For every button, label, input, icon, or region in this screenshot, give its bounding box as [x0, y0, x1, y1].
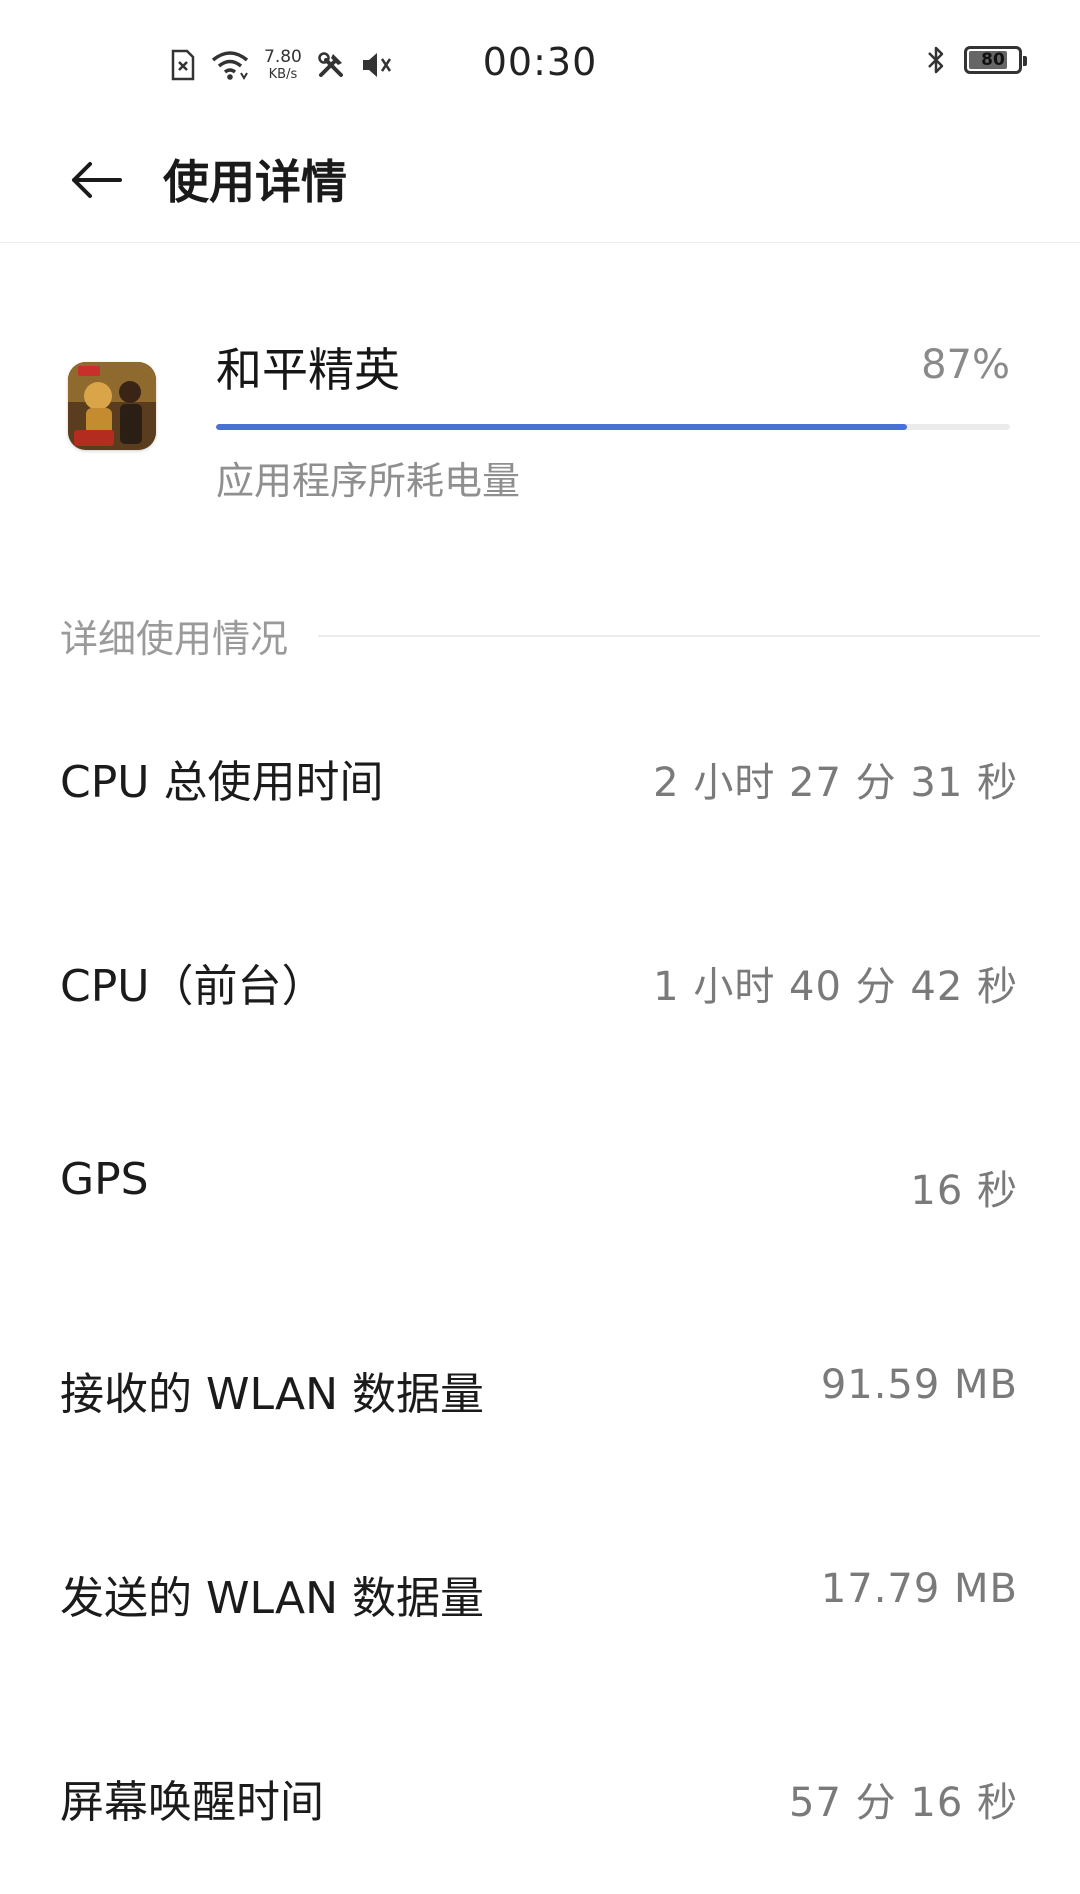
- app-name: 和平精英: [216, 343, 400, 397]
- app-subtitle: 应用程序所耗电量: [216, 459, 521, 503]
- status-icons-right: 80: [926, 44, 1027, 76]
- arrow-left-icon: [68, 158, 124, 206]
- row-label: CPU 总使用时间: [60, 757, 384, 808]
- section-divider: [318, 634, 1040, 637]
- row-value: 57 分 16 秒: [789, 1780, 1018, 1826]
- back-button[interactable]: [64, 150, 128, 214]
- usage-row-screen-awake: 屏幕唤醒时间 57 分 16 秒: [0, 1690, 1080, 1894]
- row-label: CPU（前台）: [60, 961, 326, 1012]
- usage-row-cpu-total: CPU 总使用时间 2 小时 27 分 31 秒: [0, 670, 1080, 874]
- row-label: 屏幕唤醒时间: [60, 1777, 324, 1828]
- row-value: 17.79 MB: [820, 1566, 1018, 1612]
- usage-row-gps: GPS 16 秒: [0, 1078, 1080, 1282]
- row-value: 2 小时 27 分 31 秒: [653, 760, 1018, 806]
- row-label: GPS: [60, 1154, 149, 1205]
- app-battery-percent: 87%: [921, 342, 1010, 388]
- status-time: 00:30: [482, 40, 598, 84]
- title-bar: 使用详情: [0, 130, 1080, 243]
- bluetooth-icon: [926, 44, 946, 76]
- battery-usage-bar-fill: [216, 424, 907, 430]
- section-title: 详细使用情况: [60, 617, 289, 661]
- usage-row-wlan-received: 接收的 WLAN 数据量 91.59 MB: [0, 1282, 1080, 1486]
- usage-list: CPU 总使用时间 2 小时 27 分 31 秒 CPU（前台） 1 小时 40…: [0, 670, 1080, 1894]
- row-label: 接收的 WLAN 数据量: [60, 1369, 485, 1420]
- status-bar: 7.80 KB/s 00:30 80: [0, 0, 1080, 130]
- row-value: 1 小时 40 分 42 秒: [653, 964, 1018, 1010]
- battery-nub: [1023, 56, 1027, 66]
- usage-row-cpu-foreground: CPU（前台） 1 小时 40 分 42 秒: [0, 874, 1080, 1078]
- row-value: 16 秒: [910, 1168, 1018, 1214]
- app-summary: 和平精英 87% 应用程序所耗电量: [0, 320, 1080, 520]
- battery-icon: 80: [964, 46, 1027, 74]
- app-icon: [68, 362, 156, 450]
- usage-row-wlan-sent: 发送的 WLAN 数据量 17.79 MB: [0, 1486, 1080, 1690]
- row-label: 发送的 WLAN 数据量: [60, 1573, 485, 1624]
- battery-usage-bar: [216, 424, 1010, 430]
- row-value: 91.59 MB: [820, 1362, 1018, 1408]
- page-title: 使用详情: [163, 155, 347, 209]
- section-header: 详细使用情况: [60, 608, 1040, 663]
- battery-level: 80: [981, 50, 1005, 70]
